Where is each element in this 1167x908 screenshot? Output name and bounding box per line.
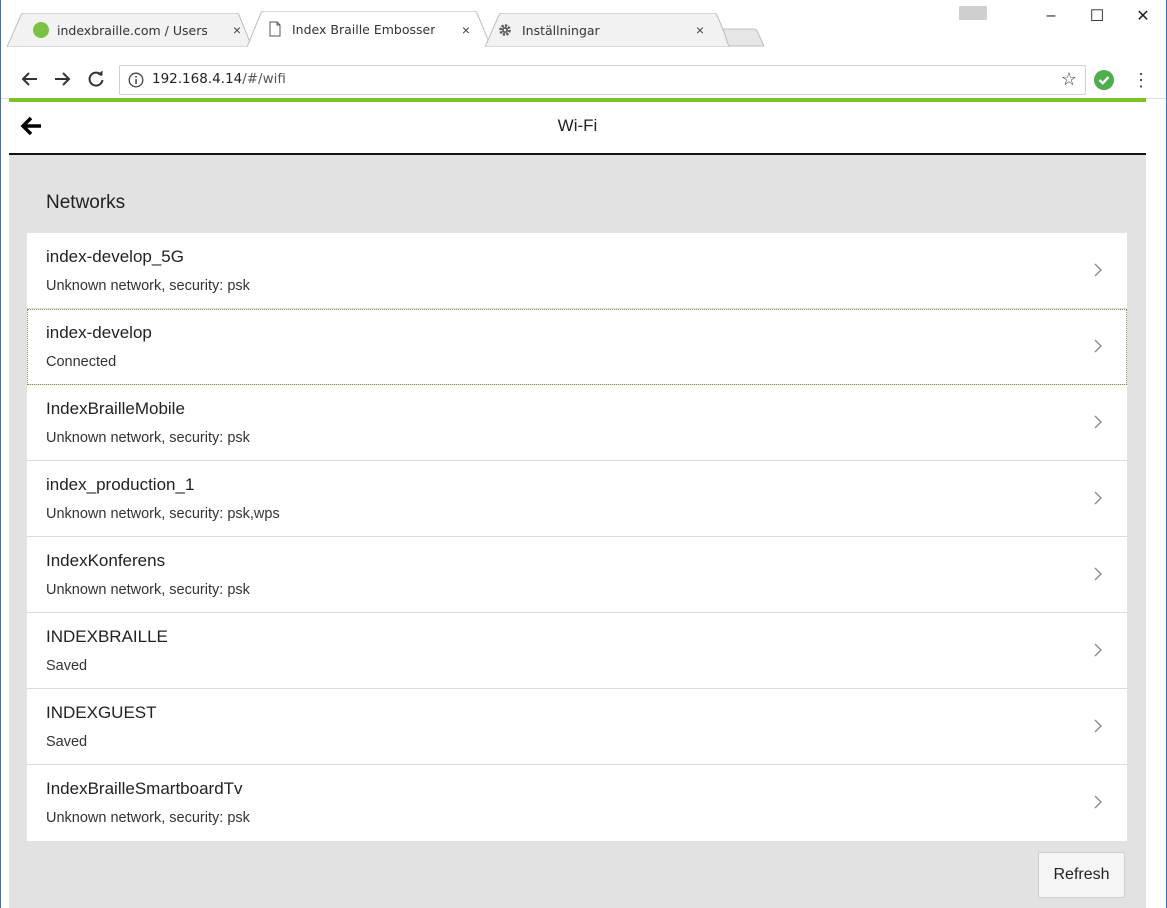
tab-installningar[interactable]: Inställningar × bbox=[485, 13, 730, 47]
network-name: IndexBrailleMobile bbox=[46, 399, 185, 418]
network-name: index-develop bbox=[46, 323, 152, 342]
close-icon[interactable]: × bbox=[229, 22, 245, 38]
star-icon[interactable]: ☆ bbox=[1061, 69, 1077, 90]
green-dot-icon bbox=[33, 22, 49, 38]
gear-icon bbox=[499, 24, 511, 36]
close-window-button[interactable]: ✕ bbox=[1120, 0, 1166, 32]
network-list: index-develop_5G Unknown network, securi… bbox=[27, 233, 1127, 841]
chevron-right-icon bbox=[1094, 567, 1102, 581]
network-status: Unknown network, security: psk bbox=[46, 810, 250, 826]
refresh-button[interactable]: Refresh bbox=[1038, 852, 1125, 898]
browser-toolbar: 192.168.4.14/#/wifi ☆ ⋮ bbox=[1, 62, 1166, 99]
network-status: Saved bbox=[46, 658, 88, 674]
network-name: IndexBrailleSmartboardTv bbox=[46, 779, 243, 798]
reload-icon[interactable] bbox=[83, 66, 109, 92]
network-status: Saved bbox=[46, 734, 88, 750]
network-status: Unknown network, security: psk bbox=[46, 430, 250, 446]
tab-title: indexbraille.com / Users bbox=[57, 22, 207, 38]
url-path: /#/wifi bbox=[242, 71, 286, 87]
window-controls: – ☐ ✕ bbox=[1028, 0, 1166, 40]
network-name: INDEXBRAILLE bbox=[46, 627, 168, 646]
network-name: index-develop_5G bbox=[46, 247, 184, 266]
network-name: IndexKonferens bbox=[46, 551, 166, 570]
address-bar[interactable]: 192.168.4.14/#/wifi ☆ bbox=[119, 65, 1086, 95]
network-status: Unknown network, security: psk bbox=[46, 582, 250, 598]
minimize-button[interactable]: – bbox=[1028, 0, 1074, 32]
list-item[interactable]: index-develop_5G Unknown network, securi… bbox=[27, 233, 1127, 309]
network-name: INDEXGUEST bbox=[46, 703, 157, 722]
profile-icon[interactable] bbox=[959, 6, 987, 20]
chevron-right-icon bbox=[1094, 415, 1102, 429]
tab-title: Index Braille Embosser bbox=[292, 21, 436, 37]
chevron-right-icon bbox=[1094, 263, 1102, 277]
close-icon[interactable]: × bbox=[692, 22, 708, 38]
section-title: Networks bbox=[46, 192, 126, 213]
chevron-right-icon bbox=[1094, 719, 1102, 733]
arrow-left-icon[interactable] bbox=[17, 110, 49, 142]
menu-dots-icon[interactable]: ⋮ bbox=[1132, 68, 1150, 92]
list-item[interactable]: IndexBrailleSmartboardTv Unknown network… bbox=[27, 765, 1127, 841]
list-item[interactable]: index-develop Connected bbox=[27, 309, 1127, 385]
page-icon bbox=[269, 21, 281, 37]
app-header: Wi-Fi bbox=[9, 102, 1146, 155]
url-text: 192.168.4.14/#/wifi bbox=[152, 71, 286, 87]
maximize-button[interactable]: ☐ bbox=[1074, 0, 1120, 32]
tab-index-braille-embosser[interactable]: Index Braille Embosser × bbox=[247, 11, 491, 47]
check-extension-icon[interactable] bbox=[1094, 70, 1114, 90]
list-item[interactable]: IndexKonferens Unknown network, security… bbox=[27, 537, 1127, 613]
list-item[interactable]: index_production_1 Unknown network, secu… bbox=[27, 461, 1127, 537]
list-item[interactable]: IndexBrailleMobile Unknown network, secu… bbox=[27, 385, 1127, 461]
chevron-right-icon bbox=[1094, 339, 1102, 353]
network-status: Connected bbox=[46, 354, 117, 370]
chevron-right-icon bbox=[1094, 643, 1102, 657]
network-status: Unknown network, security: psk,wps bbox=[46, 506, 280, 522]
main-content: Networks index-develop_5G Unknown networ… bbox=[9, 155, 1146, 908]
chevron-right-icon bbox=[1094, 491, 1102, 505]
list-item[interactable]: INDEXBRAILLE Saved bbox=[27, 613, 1127, 689]
page-title: Wi-Fi bbox=[557, 116, 598, 135]
info-icon[interactable] bbox=[128, 72, 144, 88]
network-status: Unknown network, security: psk bbox=[46, 278, 250, 294]
forward-arrow-icon[interactable] bbox=[49, 66, 75, 92]
new-tab-button[interactable] bbox=[721, 28, 765, 47]
window-edge-left bbox=[0, 0, 1, 908]
close-icon[interactable]: × bbox=[458, 22, 474, 38]
tab-title: Inställningar bbox=[522, 22, 600, 38]
tab-strip: indexbraille.com / Users × Index Braille… bbox=[1, 0, 1166, 62]
chevron-right-icon bbox=[1094, 795, 1102, 809]
list-item[interactable]: INDEXGUEST Saved bbox=[27, 689, 1127, 765]
tab-indexbraille-users[interactable]: indexbraille.com / Users × bbox=[7, 13, 252, 47]
url-host: 192.168.4.14 bbox=[152, 71, 243, 87]
back-arrow-icon[interactable] bbox=[17, 66, 43, 92]
network-name: index_production_1 bbox=[46, 475, 195, 494]
